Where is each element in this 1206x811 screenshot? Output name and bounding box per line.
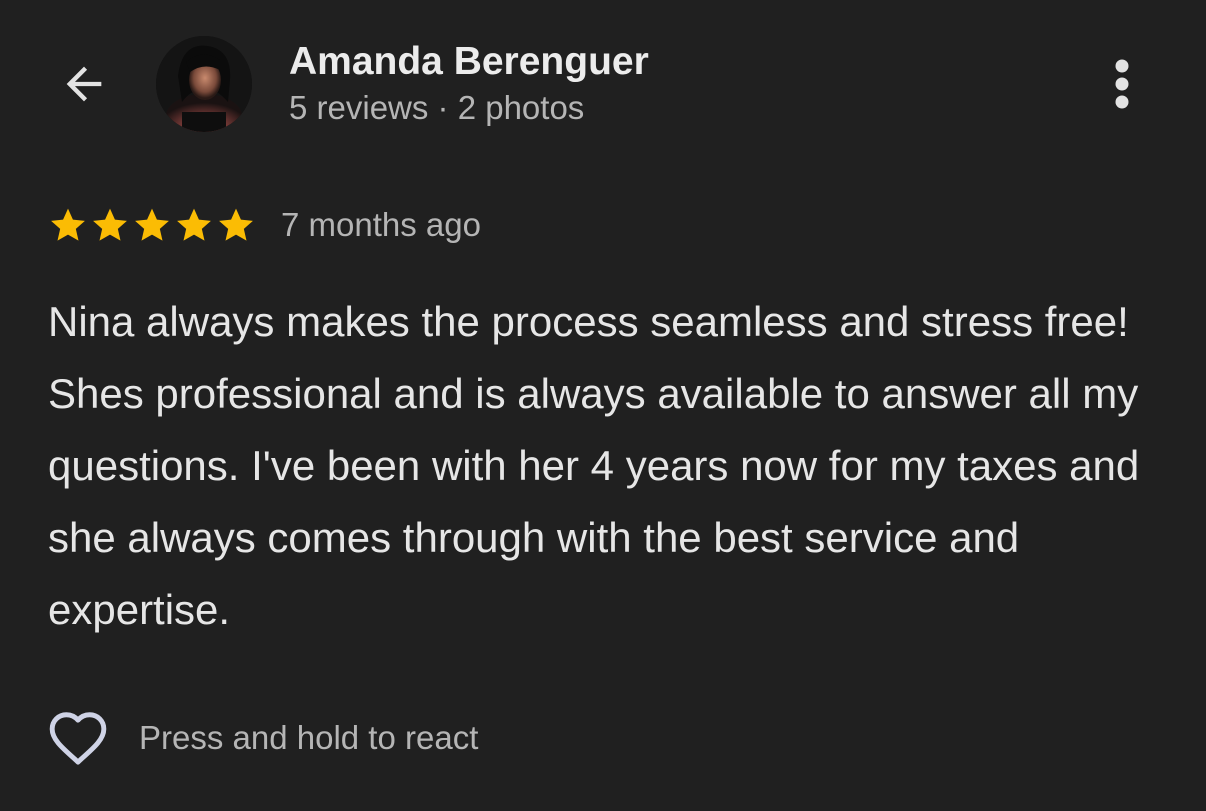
review-header: Amanda Berenguer 5 reviews · 2 photos	[0, 0, 1206, 170]
back-button[interactable]	[50, 52, 118, 116]
review-text: Nina always makes the process seamless a…	[48, 298, 1140, 633]
heart-outline-icon	[49, 712, 107, 765]
star-icon	[135, 208, 169, 241]
arrow-left-icon	[66, 66, 102, 102]
more-options-button[interactable]	[1098, 52, 1146, 116]
review-time: 7 months ago	[281, 206, 481, 243]
star-icon	[51, 208, 85, 241]
react-hint: Press and hold to react	[139, 719, 479, 756]
reviewer-name[interactable]: Amanda Berenguer	[289, 40, 649, 84]
avatar-image	[156, 36, 252, 132]
star-icon	[93, 208, 127, 241]
rating-row: 7 months ago	[48, 203, 481, 247]
react-button[interactable]	[44, 706, 112, 770]
star-icon	[177, 208, 211, 241]
avatar[interactable]	[156, 36, 252, 132]
more-vertical-icon	[1115, 59, 1129, 109]
star-icon	[219, 208, 253, 241]
reaction-row: Press and hold to react	[44, 706, 478, 770]
star-rating	[48, 205, 256, 245]
reviewer-stats: 5 reviews · 2 photos	[289, 89, 585, 126]
